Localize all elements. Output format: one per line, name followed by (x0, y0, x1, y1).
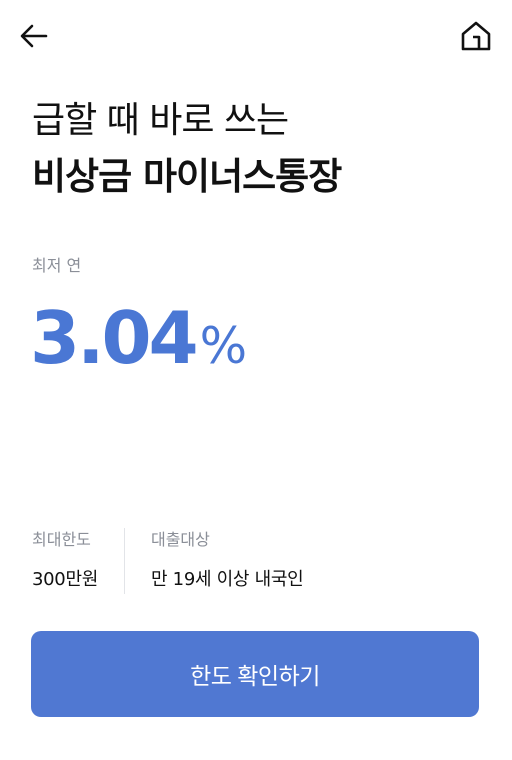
loan-info: 최대한도 300만원 대출대상 만 19세 이상 내국인 (32, 528, 304, 594)
back-button[interactable] (14, 16, 54, 56)
headline: 급할 때 바로 쓰는 비상금 마이너스통장 (32, 94, 492, 206)
home-icon (461, 21, 491, 51)
rate-unit: % (199, 317, 248, 375)
check-limit-button[interactable]: 한도 확인하기 (31, 631, 479, 717)
arrow-left-icon (20, 24, 48, 48)
rate-label: 최저 연 (32, 256, 82, 275)
headline-line-2: 비상금 마이너스통장 (32, 155, 342, 198)
rate-value: 3.04 (30, 296, 199, 380)
target-value: 만 19세 이상 내국인 (150, 569, 304, 590)
interest-rate: 3.04% (30, 296, 247, 388)
target-info: 대출대상 만 19세 이상 내국인 (125, 528, 304, 594)
top-bar (0, 0, 512, 70)
target-label: 대출대상 (150, 530, 210, 549)
limit-info: 최대한도 300만원 (32, 528, 125, 594)
home-button[interactable] (456, 16, 496, 56)
screen: 급할 때 바로 쓰는 비상금 마이너스통장 최저 연 3.04% 최대한도 30… (0, 0, 512, 760)
limit-label: 최대한도 (32, 530, 91, 549)
limit-value: 300만원 (32, 569, 98, 590)
headline-line-1: 급할 때 바로 쓰는 (32, 100, 289, 141)
